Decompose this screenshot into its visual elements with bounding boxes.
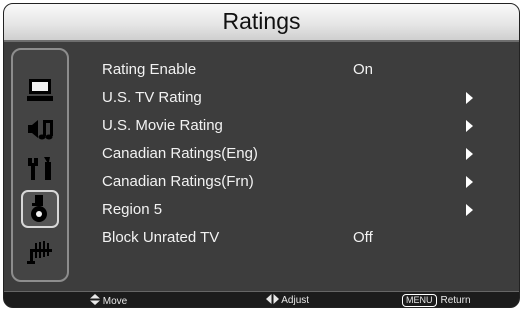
submenu-arrow-icon [466, 120, 473, 132]
tools-icon[interactable] [23, 152, 57, 186]
menu-item-us-movie-rating[interactable]: U.S. Movie Rating [102, 117, 502, 141]
menu-item-value: On [353, 61, 374, 78]
menu-item-canadian-ratings-eng[interactable]: Canadian Ratings(Eng) [102, 145, 502, 169]
menu-item-us-tv-rating[interactable]: U.S. TV Rating [102, 89, 502, 113]
submenu-arrow-icon [466, 92, 473, 104]
move-label: Move [102, 296, 128, 307]
menu-item-label: U.S. Movie Rating [102, 117, 223, 134]
menu-item-label: U.S. TV Rating [102, 89, 202, 106]
menu-item-region-5[interactable]: Region 5 [102, 201, 502, 225]
left-right-arrows-icon [266, 294, 279, 304]
title-bar: Ratings [4, 4, 519, 42]
screen-icon[interactable] [23, 72, 57, 106]
return-label: Return [440, 295, 471, 306]
menu-key: MENU [402, 294, 437, 307]
menu-item-rating-enable[interactable]: Rating Enable On [102, 61, 502, 85]
menu-item-value: Off [353, 229, 373, 246]
lock-icon[interactable] [21, 190, 59, 228]
submenu-arrow-icon [466, 176, 473, 188]
submenu-arrow-icon [466, 204, 473, 216]
menu-item-label: Block Unrated TV [102, 229, 220, 246]
help-bar: Move Adjust MENU Return [4, 291, 519, 307]
up-down-arrows-icon [90, 294, 100, 305]
menu-window: Ratings Rating Enable On U.S. TV Rating … [3, 3, 520, 308]
menu-item-canadian-ratings-frn[interactable]: Canadian Ratings(Frn) [102, 173, 502, 197]
move-hint: Move [90, 294, 127, 307]
menu-item-block-unrated-tv[interactable]: Block Unrated TV Off [102, 229, 502, 253]
page-title: Ratings [222, 8, 301, 34]
menu-item-label: Canadian Ratings(Eng) [102, 145, 258, 162]
audio-icon[interactable] [23, 112, 57, 146]
menu-item-label: Region 5 [102, 201, 163, 218]
menu-item-label: Canadian Ratings(Frn) [102, 173, 254, 190]
category-sidebar [11, 48, 69, 282]
adjust-label: Adjust [281, 295, 310, 306]
antenna-icon[interactable] [23, 234, 57, 268]
adjust-hint: Adjust [266, 294, 309, 306]
return-hint: MENU Return [402, 294, 471, 307]
menu-item-label: Rating Enable [102, 61, 197, 78]
submenu-arrow-icon [466, 148, 473, 160]
